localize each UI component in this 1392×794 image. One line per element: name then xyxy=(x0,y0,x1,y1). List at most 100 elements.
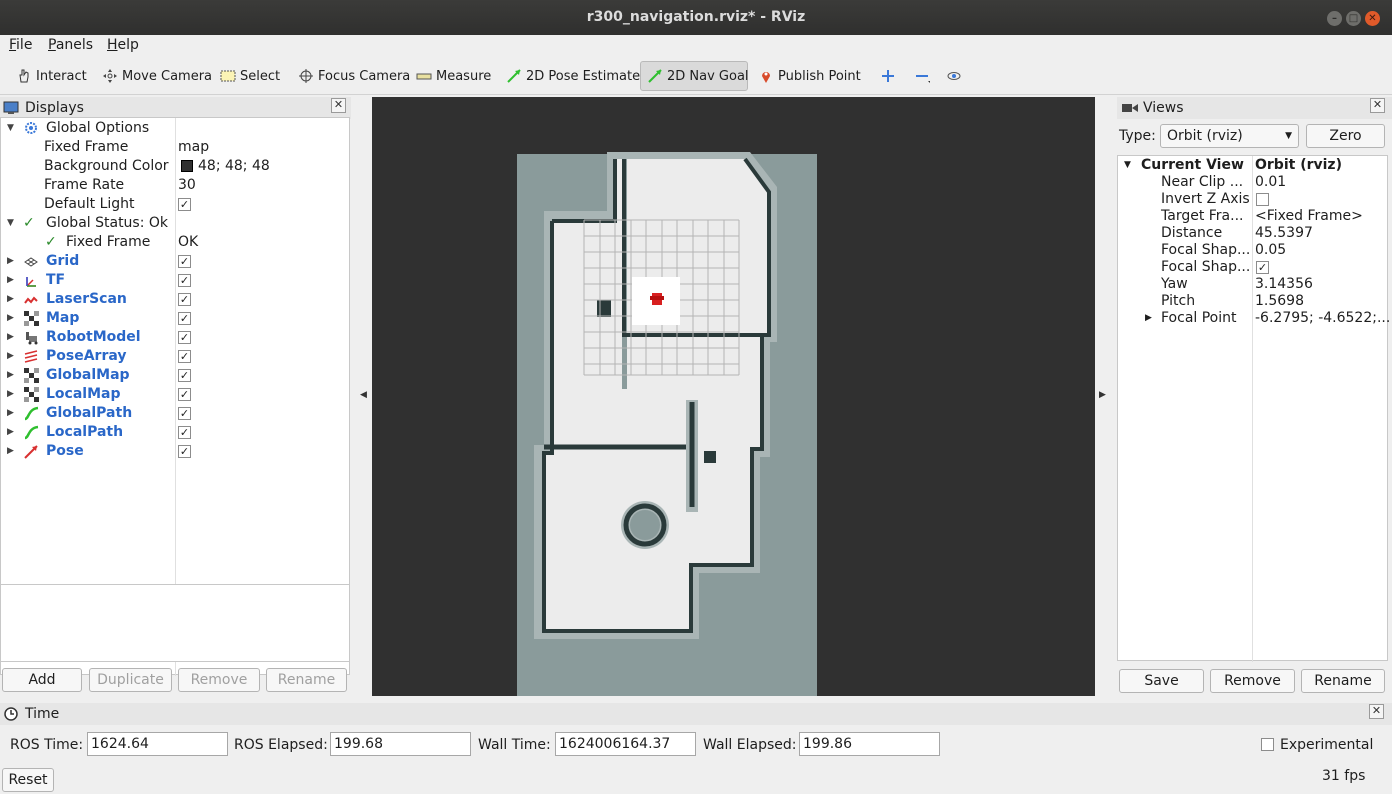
move-camera-tool[interactable]: Move Camera xyxy=(96,61,218,91)
expand-right-icon[interactable]: ▶ xyxy=(1145,310,1152,327)
view-prop-row[interactable]: Pitch 1.5698 xyxy=(1118,293,1388,310)
view-prop-row[interactable]: Near Clip ... 0.01 xyxy=(1118,174,1388,191)
remove-view-button[interactable]: Remove xyxy=(1210,669,1295,693)
expand-right-icon[interactable]: ▶ xyxy=(7,385,14,404)
measure-tool[interactable]: Measure xyxy=(410,61,497,91)
global-options-row[interactable]: ▼ Global Options xyxy=(1,119,349,138)
color-swatch[interactable] xyxy=(181,160,193,172)
view-prop-row[interactable]: Focal Shap... ✓ xyxy=(1118,259,1388,276)
display-checkbox[interactable]: ✓ xyxy=(178,369,191,382)
expand-right-icon[interactable]: ▶ xyxy=(7,366,14,385)
display-item-map[interactable]: ▶ Map ✓ xyxy=(1,309,349,328)
display-checkbox[interactable]: ✓ xyxy=(178,407,191,420)
default-light-checkbox[interactable]: ✓ xyxy=(178,198,191,211)
render-viewport[interactable] xyxy=(372,97,1095,696)
view-prop-value[interactable]: <Fixed Frame> xyxy=(1255,208,1363,225)
rename-view-button[interactable]: Rename xyxy=(1301,669,1385,693)
display-checkbox[interactable]: ✓ xyxy=(178,274,191,287)
expand-down-icon[interactable]: ▼ xyxy=(1124,157,1131,174)
view-prop-value[interactable]: 45.5397 xyxy=(1255,225,1313,242)
frame-rate-row[interactable]: Frame Rate 30 xyxy=(1,176,349,195)
display-item-localpath[interactable]: ▶ LocalPath ✓ xyxy=(1,423,349,442)
ros-elapsed-field[interactable]: 199.68 xyxy=(330,732,471,756)
display-item-robotmodel[interactable]: ▶ RobotModel ✓ xyxy=(1,328,349,347)
view-prop-row[interactable]: Target Fra... <Fixed Frame> xyxy=(1118,208,1388,225)
display-item-laserscan[interactable]: ▶ LaserScan ✓ xyxy=(1,290,349,309)
display-item-localmap[interactable]: ▶ LocalMap ✓ xyxy=(1,385,349,404)
rename-display-button[interactable]: Rename xyxy=(266,668,347,692)
zero-button[interactable]: Zero xyxy=(1306,124,1385,148)
reset-button[interactable]: Reset xyxy=(2,768,54,792)
expand-right-icon[interactable]: ▶ xyxy=(7,290,14,309)
remove-tool-button[interactable] xyxy=(908,61,940,91)
invert-z-checkbox[interactable] xyxy=(1256,193,1269,206)
current-view-row[interactable]: ▼ Current View Orbit (rviz) xyxy=(1118,157,1388,174)
menu-file[interactable]: File xyxy=(9,37,32,53)
fixed-frame-value[interactable]: map xyxy=(178,138,209,157)
view-prop-value[interactable]: 0.01 xyxy=(1255,174,1286,191)
display-checkbox[interactable]: ✓ xyxy=(178,312,191,325)
display-item-globalpath[interactable]: ▶ GlobalPath ✓ xyxy=(1,404,349,423)
close-displays-icon[interactable]: ✕ xyxy=(331,98,346,113)
display-item-pose[interactable]: ▶ Pose ✓ xyxy=(1,442,349,461)
focal-shape-checkbox[interactable]: ✓ xyxy=(1256,261,1269,274)
nav-goal-tool[interactable]: 2D Nav Goal xyxy=(640,61,749,91)
add-display-button[interactable]: Add xyxy=(2,668,82,692)
minimize-icon[interactable]: – xyxy=(1327,11,1342,26)
view-prop-row[interactable]: Yaw 3.14356 xyxy=(1118,276,1388,293)
display-item-grid[interactable]: ▶ Grid ✓ xyxy=(1,252,349,271)
expand-right-icon[interactable]: ▶ xyxy=(7,423,14,442)
wall-elapsed-field[interactable]: 199.86 xyxy=(799,732,940,756)
close-window-icon[interactable]: ✕ xyxy=(1365,11,1380,26)
view-type-select[interactable]: Orbit (rviz) ▼ xyxy=(1160,124,1299,148)
select-tool[interactable]: Select xyxy=(214,61,286,91)
experimental-checkbox[interactable] xyxy=(1261,738,1274,751)
display-item-globalmap[interactable]: ▶ GlobalMap ✓ xyxy=(1,366,349,385)
display-checkbox[interactable]: ✓ xyxy=(178,426,191,439)
menu-panels[interactable]: Panels xyxy=(48,37,93,53)
expand-right-icon[interactable]: ▶ xyxy=(7,347,14,366)
close-views-icon[interactable]: ✕ xyxy=(1370,98,1385,113)
ros-time-field[interactable]: 1624.64 xyxy=(87,732,228,756)
display-checkbox[interactable]: ✓ xyxy=(178,388,191,401)
save-view-button[interactable]: Save xyxy=(1119,669,1204,693)
view-prop-row[interactable]: Focal Shap... 0.05 xyxy=(1118,242,1388,259)
expand-right-icon[interactable]: ▶ xyxy=(7,309,14,328)
interact-tool[interactable]: Interact xyxy=(10,61,93,91)
display-checkbox[interactable]: ✓ xyxy=(178,331,191,344)
display-checkbox[interactable]: ✓ xyxy=(178,255,191,268)
display-item-tf[interactable]: ▶ TF ✓ xyxy=(1,271,349,290)
view-prop-row[interactable]: ▶ Focal Point -6.2795; -4.6522;... xyxy=(1118,310,1390,327)
close-time-icon[interactable]: ✕ xyxy=(1369,704,1384,719)
view-prop-row[interactable]: Invert Z Axis xyxy=(1118,191,1388,208)
view-prop-value[interactable]: 0.05 xyxy=(1255,242,1286,259)
publish-point-tool[interactable]: Publish Point xyxy=(752,61,867,91)
status-fixed-frame-row[interactable]: ✓ Fixed Frame OK xyxy=(1,233,349,252)
view-prop-row[interactable]: Distance 45.5397 xyxy=(1118,225,1388,242)
expand-right-icon[interactable]: ▶ xyxy=(7,404,14,423)
remove-display-button[interactable]: Remove xyxy=(178,668,260,692)
pose-estimate-tool[interactable]: 2D Pose Estimate xyxy=(500,61,646,91)
background-color-value[interactable]: 48; 48; 48 xyxy=(198,157,270,176)
focus-camera-tool[interactable]: Focus Camera xyxy=(292,61,416,91)
fixed-frame-row[interactable]: Fixed Frame map xyxy=(1,138,349,157)
add-tool-button[interactable] xyxy=(874,61,906,91)
menu-help[interactable]: Help xyxy=(107,37,139,53)
maximize-icon[interactable]: □ xyxy=(1346,11,1361,26)
collapse-right-icon[interactable]: ▶ xyxy=(1099,390,1106,400)
expand-right-icon[interactable]: ▶ xyxy=(7,271,14,290)
frame-rate-value[interactable]: 30 xyxy=(178,176,196,195)
default-light-row[interactable]: Default Light ✓ xyxy=(1,195,349,214)
display-checkbox[interactable]: ✓ xyxy=(178,350,191,363)
display-checkbox[interactable]: ✓ xyxy=(178,293,191,306)
expand-right-icon[interactable]: ▶ xyxy=(7,442,14,461)
duplicate-display-button[interactable]: Duplicate xyxy=(89,668,172,692)
tool-properties-button[interactable] xyxy=(940,61,972,91)
expand-down-icon[interactable]: ▼ xyxy=(7,119,14,138)
expand-right-icon[interactable]: ▶ xyxy=(7,328,14,347)
collapse-left-icon[interactable]: ◀ xyxy=(360,390,367,400)
view-prop-value[interactable]: 1.5698 xyxy=(1255,293,1304,310)
view-prop-value[interactable]: 3.14356 xyxy=(1255,276,1313,293)
expand-down-icon[interactable]: ▼ xyxy=(7,214,14,233)
display-item-posearray[interactable]: ▶ PoseArray ✓ xyxy=(1,347,349,366)
